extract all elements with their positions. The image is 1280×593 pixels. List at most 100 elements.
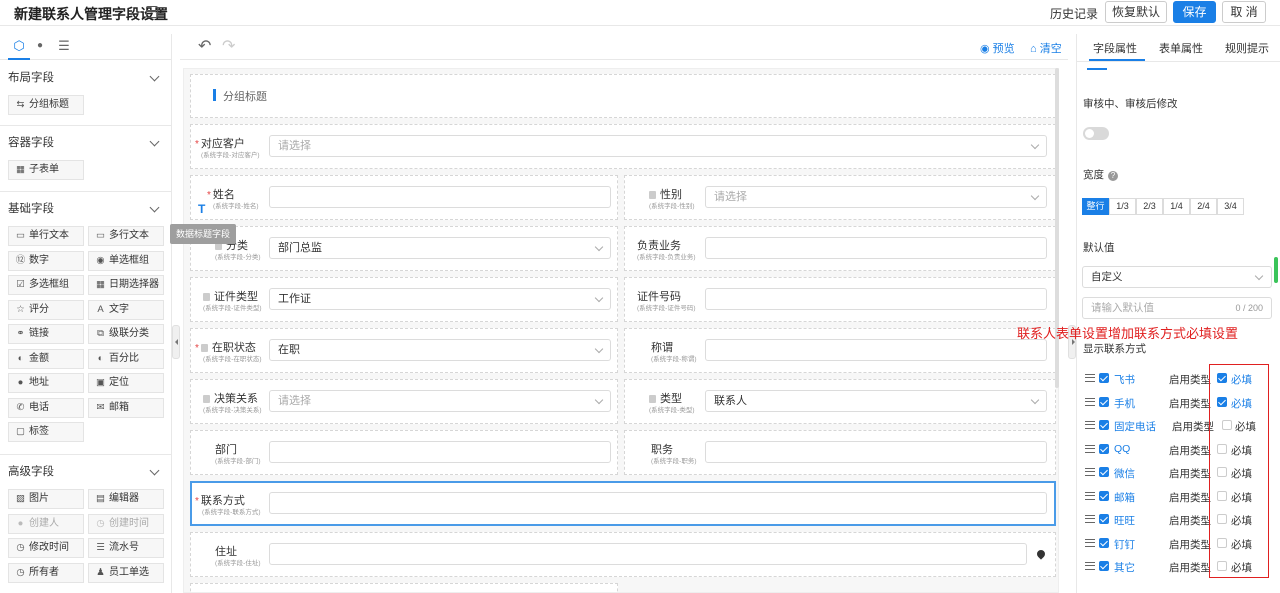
palette-item[interactable]: ☰ 流水号 (88, 538, 164, 558)
business-input[interactable] (705, 237, 1047, 259)
palette-item[interactable]: ▣ 定位 (88, 373, 164, 393)
palette-item[interactable]: ▨ 图片 (8, 489, 84, 509)
default-value-input[interactable]: 请输入默认值 0 / 200 (1082, 297, 1272, 319)
enable-checkbox[interactable] (1099, 537, 1109, 548)
palette-item[interactable]: ▢ 标签 (8, 422, 84, 442)
drag-handle-icon[interactable] (1085, 562, 1095, 570)
field-row-partial[interactable] (190, 583, 618, 592)
drag-handle-icon[interactable] (1085, 491, 1095, 500)
enable-type-link[interactable]: 启用类型 (1169, 372, 1211, 387)
panel-scroll-marker[interactable] (1274, 257, 1278, 283)
decision-select[interactable]: 请选择 (269, 390, 611, 412)
palette-item[interactable]: ⑫ 数字 (8, 250, 84, 271)
enable-checkbox[interactable] (1099, 467, 1109, 477)
palette-section-header[interactable]: 基础字段 (0, 199, 172, 219)
layout-icon[interactable] (146, 6, 158, 18)
field-row-dept[interactable]: 部门 (系统字段-部门) (190, 430, 618, 475)
enable-checkbox[interactable] (1099, 561, 1109, 571)
history-link[interactable]: 历史记录 (1050, 5, 1098, 22)
drag-handle-icon[interactable] (1085, 397, 1095, 406)
palette-item[interactable]: ◐ 金额 (8, 348, 84, 369)
enable-type-link[interactable]: 启用类型 (1172, 419, 1214, 434)
palette-item[interactable]: ♟ 员工单选 (88, 562, 164, 583)
palette-item[interactable]: ● 地址 (8, 373, 84, 393)
palette-item[interactable]: ● 创建人 (8, 513, 84, 534)
field-row-title[interactable]: 称谓 (系统字段-称谓) (624, 328, 1056, 373)
enable-checkbox[interactable] (1099, 420, 1109, 430)
enable-type-link[interactable]: 启用类型 (1169, 537, 1211, 552)
enable-checkbox[interactable] (1099, 396, 1109, 407)
drag-handle-icon[interactable] (1085, 468, 1095, 476)
gender-select[interactable]: 请选择 (705, 186, 1047, 208)
palette-item[interactable]: ▭ 单行文本 (8, 226, 84, 246)
field-row-type[interactable]: 类型 (系统字段-类型) 联系人 (624, 379, 1056, 424)
palette-section-header[interactable]: 容器字段 (0, 133, 172, 153)
preview-button[interactable]: ◉ 预览 (980, 40, 1015, 56)
field-row-name[interactable]: * 姓名 (系统字段-姓名) (190, 175, 618, 220)
palette-section-header[interactable]: 布局字段 (0, 68, 172, 88)
field-row-address[interactable]: 住址 (系统字段-住址) (190, 532, 1056, 577)
palette-item[interactable]: ◐ 百分比 (88, 348, 164, 369)
palette-item[interactable]: ✆ 电话 (8, 397, 84, 418)
field-row-decision[interactable]: 决策关系 (系统字段-决策关系) 请选择 (190, 379, 618, 424)
help-icon[interactable]: ● (32, 38, 48, 54)
enable-checkbox[interactable] (1099, 373, 1109, 383)
palette-item[interactable]: ⇆ 分组标题 (8, 95, 84, 115)
palette-item[interactable]: ▦ 日期选择器 (88, 275, 164, 295)
drag-handle-icon[interactable] (1085, 374, 1095, 382)
status-select[interactable]: 在职 (269, 339, 611, 361)
dept-input[interactable] (269, 441, 611, 463)
palette-item[interactable]: ◷ 所有者 (8, 562, 84, 583)
tab-form-properties[interactable]: 表单属性 (1159, 40, 1203, 56)
redo-icon[interactable]: ↷ (222, 36, 235, 56)
undo-icon[interactable]: ↶ (198, 36, 211, 56)
title-input[interactable] (705, 339, 1047, 361)
idtype-select[interactable]: 工作证 (269, 288, 611, 310)
palette-item[interactable]: ◉ 单选框组 (88, 250, 164, 271)
palette-item[interactable]: ▤ 编辑器 (88, 489, 164, 509)
enable-checkbox[interactable] (1099, 443, 1109, 454)
width-option-button[interactable]: 1/3 (1109, 198, 1136, 215)
width-option-button[interactable]: 3/4 (1217, 198, 1244, 215)
palette-item[interactable]: ▦ 子表单 (8, 160, 84, 180)
width-option-button[interactable]: 2/4 (1190, 198, 1217, 215)
address-input[interactable] (269, 543, 1027, 565)
field-row-gender[interactable]: 性别 (系统字段-性别) 请选择 (624, 175, 1056, 220)
outline-tree-icon[interactable]: ☰ (56, 38, 72, 54)
drag-handle-icon[interactable] (1085, 444, 1095, 453)
enable-type-link[interactable]: 启用类型 (1169, 396, 1211, 411)
field-row-idtype[interactable]: 证件类型 (系统字段-证件类型) 工作证 (190, 277, 618, 322)
palette-item[interactable]: ✉ 邮箱 (88, 397, 164, 418)
enable-checkbox[interactable] (1099, 514, 1109, 524)
enable-type-link[interactable]: 启用类型 (1169, 490, 1211, 505)
category-select[interactable]: 部门总监 (269, 237, 611, 259)
palette-item[interactable]: ⧉ 级联分类 (88, 324, 164, 344)
field-row-status[interactable]: * 在职状态 (系统字段-在职状态) 在职 (190, 328, 618, 373)
palette-item[interactable]: ◷ 修改时间 (8, 538, 84, 558)
palette-item[interactable]: ☆ 评分 (8, 299, 84, 320)
customer-select[interactable]: 请选择 (269, 135, 1047, 157)
field-row-position[interactable]: 职务 (系统字段-职务) (624, 430, 1056, 475)
idno-input[interactable] (705, 288, 1047, 310)
drag-handle-icon[interactable] (1085, 515, 1095, 523)
enable-type-link[interactable]: 启用类型 (1169, 560, 1211, 575)
cancel-button[interactable]: 取 消 (1222, 1, 1266, 23)
name-input[interactable] (269, 186, 611, 208)
palette-section-header[interactable]: 高级字段 (0, 462, 172, 482)
left-collapse-handle[interactable] (172, 325, 180, 359)
tab-field-properties[interactable]: 字段属性 (1093, 40, 1137, 56)
tab-rule-hints[interactable]: 规则提示 (1225, 40, 1269, 56)
field-row-idno[interactable]: 证件号码 (系统字段-证件号码) (624, 277, 1056, 322)
enable-type-link[interactable]: 启用类型 (1169, 513, 1211, 528)
drag-handle-icon[interactable] (1085, 421, 1095, 429)
field-row-contact[interactable]: * 联系方式 (系统字段-联系方式) (190, 481, 1056, 526)
restore-default-button[interactable]: 恢复默认 (1105, 1, 1167, 23)
enable-checkbox[interactable] (1099, 490, 1109, 501)
field-row-category[interactable]: 分类 (系统字段-分类) 部门总监 (190, 226, 618, 271)
drag-handle-icon[interactable] (1085, 538, 1095, 547)
default-type-select[interactable]: 自定义 (1082, 266, 1272, 288)
width-option-button[interactable]: 2/3 (1136, 198, 1163, 215)
review-edit-toggle[interactable] (1083, 127, 1109, 140)
palette-item[interactable]: ☑ 多选框组 (8, 275, 84, 295)
location-pin-icon[interactable] (1035, 548, 1047, 560)
